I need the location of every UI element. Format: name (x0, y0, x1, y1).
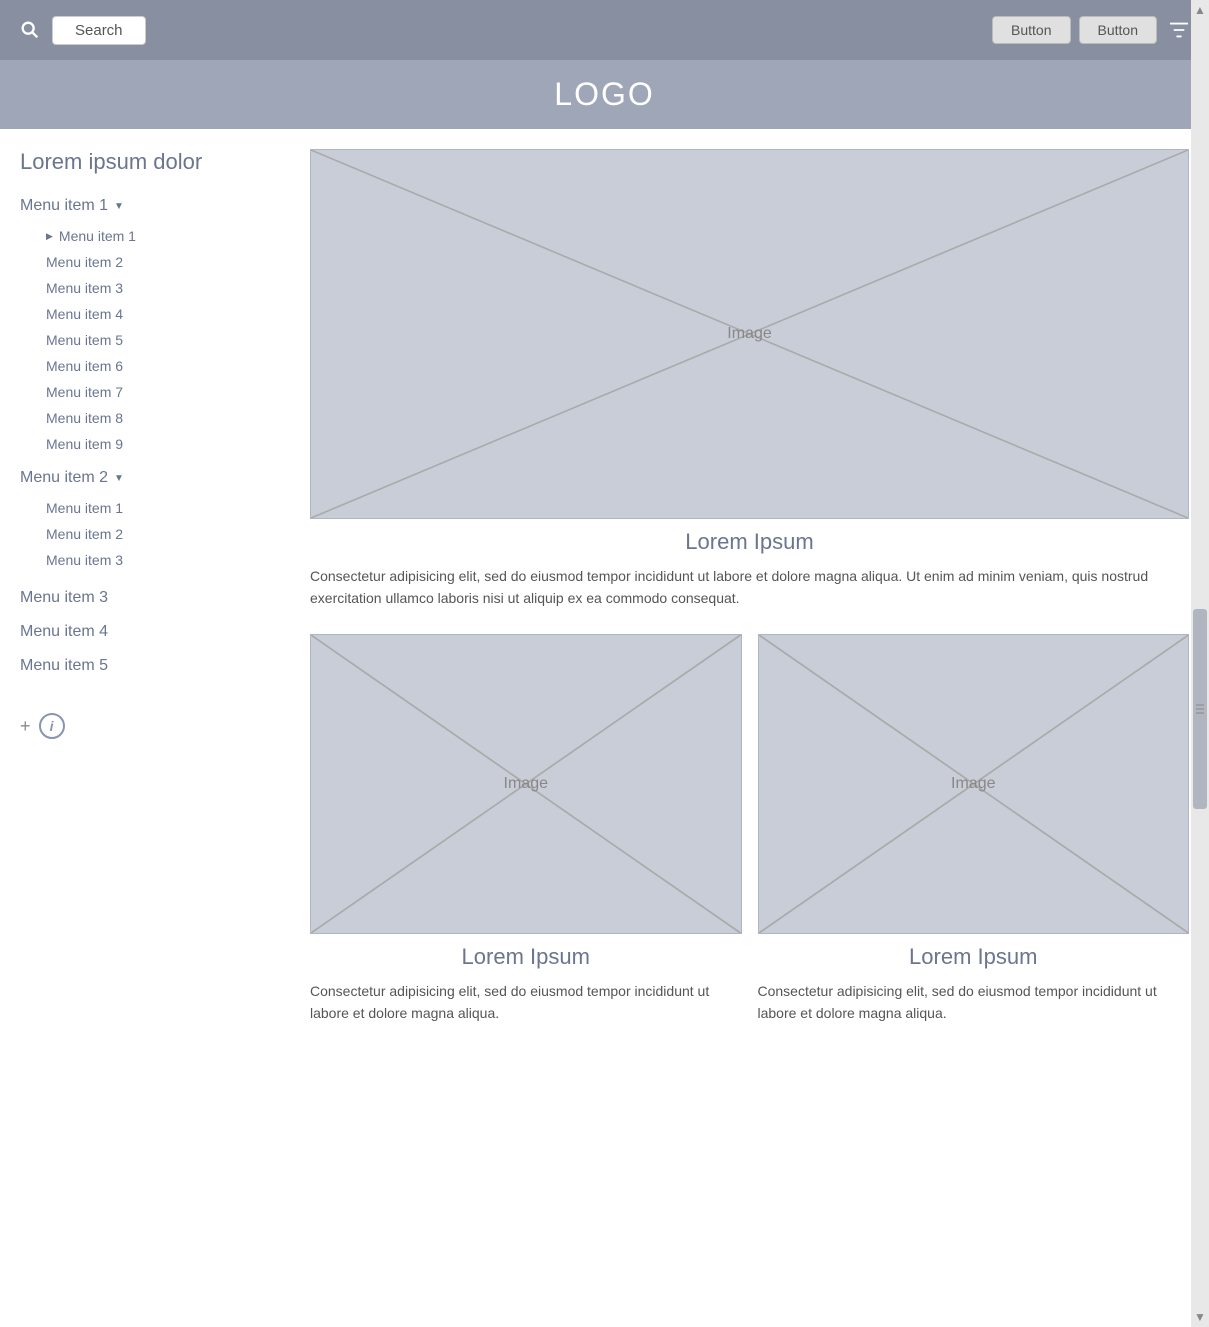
menu-2-subitem-1[interactable]: Menu item 1 (36, 495, 280, 521)
menu-2-subitem-3[interactable]: Menu item 3 (36, 547, 280, 573)
menu-2-subitem-3-label: Menu item 3 (46, 552, 123, 568)
main-content-title: Lorem Ipsum (310, 529, 1189, 555)
menu-group-2-subitems: Menu item 1 Menu item 2 Menu item 3 (20, 495, 280, 573)
sidebar-item-menu4[interactable]: Menu item 4 (20, 615, 280, 649)
menu-1-subitem-1-label: Menu item 1 (59, 228, 136, 244)
menu-2-subitem-2-label: Menu item 2 (46, 526, 123, 542)
menu-group-2-header[interactable]: Menu item 2 ▼ (20, 465, 280, 491)
nav-left: Search (16, 16, 146, 45)
menu-1-subitem-6[interactable]: Menu item 6 (36, 353, 280, 379)
sidebar-item-menu3[interactable]: Menu item 3 (20, 581, 280, 615)
menu-group-2: Menu item 2 ▼ Menu item 1 Menu item 2 Me… (20, 465, 280, 573)
menu-2-subitem-1-label: Menu item 1 (46, 500, 123, 516)
scrollbar[interactable]: ▲ ▼ (1191, 0, 1209, 1327)
main-image-placeholder: Image (310, 149, 1189, 519)
menu-group-1-header[interactable]: Menu item 1 ▼ (20, 193, 280, 219)
menu-1-subitem-3-label: Menu item 3 (46, 280, 123, 296)
menu-1-subitem-6-label: Menu item 6 (46, 358, 123, 374)
menu-1-subitem-8-label: Menu item 8 (46, 410, 123, 426)
menu-1-subitem-5-label: Menu item 5 (46, 332, 123, 348)
grip-line-1 (1196, 704, 1204, 705)
menu-1-subitem-5[interactable]: Menu item 5 (36, 327, 280, 353)
nav-button-2[interactable]: Button (1079, 16, 1157, 44)
menu-1-subitem-7-label: Menu item 7 (46, 384, 123, 400)
chevron-down-icon-2: ▼ (114, 473, 124, 484)
card-1-image: Image (310, 634, 742, 934)
nav-right: Button Button (992, 16, 1193, 44)
card-2-desc: Consectetur adipisicing elit, sed do eiu… (758, 980, 1190, 1025)
sidebar: Lorem ipsum dolor Menu item 1 ▼ ▶ Menu i… (0, 149, 300, 1069)
add-icon[interactable]: + (20, 716, 31, 737)
main-content-desc: Consectetur adipisicing elit, sed do eiu… (310, 565, 1189, 610)
card-1-image-label: Image (504, 775, 548, 793)
menu-1-subitem-9-label: Menu item 9 (46, 436, 123, 452)
menu-1-subitem-9[interactable]: Menu item 9 (36, 431, 280, 457)
scroll-thumb-grip (1196, 704, 1204, 713)
top-nav: Search Button Button (0, 0, 1209, 60)
menu-1-subitem-8[interactable]: Menu item 8 (36, 405, 280, 431)
menu-1-subitem-1[interactable]: ▶ Menu item 1 (36, 223, 280, 249)
info-icon[interactable]: i (39, 713, 65, 739)
menu-group-1-subitems: ▶ Menu item 1 Menu item 2 Menu item 3 Me… (20, 223, 280, 457)
main-layout: Lorem ipsum dolor Menu item 1 ▼ ▶ Menu i… (0, 129, 1209, 1069)
menu-1-subitem-2-label: Menu item 2 (46, 254, 123, 270)
main-image-label: Image (727, 325, 771, 343)
card-1-title: Lorem Ipsum (310, 944, 742, 970)
menu-1-subitem-4[interactable]: Menu item 4 (36, 301, 280, 327)
arrow-right-icon: ▶ (46, 231, 53, 242)
menu-1-subitem-3[interactable]: Menu item 3 (36, 275, 280, 301)
sidebar-item-menu5[interactable]: Menu item 5 (20, 649, 280, 683)
card-1-desc: Consectetur adipisicing elit, sed do eiu… (310, 980, 742, 1025)
scroll-up-arrow[interactable]: ▲ (1191, 0, 1209, 20)
scroll-thumb[interactable] (1193, 609, 1207, 809)
card-2-image: Image (758, 634, 1190, 934)
content-area: Image Lorem Ipsum Consectetur adipisicin… (300, 149, 1209, 1069)
menu-group-1: Menu item 1 ▼ ▶ Menu item 1 Menu item 2 … (20, 193, 280, 457)
filter-icon[interactable] (1165, 16, 1193, 44)
menu-1-subitem-7[interactable]: Menu item 7 (36, 379, 280, 405)
search-button[interactable]: Search (52, 16, 146, 45)
grip-line-3 (1196, 712, 1204, 713)
sidebar-footer: + i (20, 713, 280, 759)
card-2: Image Lorem Ipsum Consectetur adipisicin… (758, 634, 1190, 1049)
logo-banner: LOGO (0, 60, 1209, 129)
menu-1-subitem-2[interactable]: Menu item 2 (36, 249, 280, 275)
scroll-down-arrow[interactable]: ▼ (1191, 1307, 1209, 1327)
menu-group-2-label: Menu item 2 (20, 469, 108, 487)
chevron-down-icon: ▼ (114, 201, 124, 212)
menu-2-subitem-2[interactable]: Menu item 2 (36, 521, 280, 547)
card-2-image-label: Image (951, 775, 995, 793)
menu-1-subitem-4-label: Menu item 4 (46, 306, 123, 322)
search-icon (16, 16, 44, 44)
sidebar-title: Lorem ipsum dolor (20, 149, 280, 175)
two-col-section: Image Lorem Ipsum Consectetur adipisicin… (310, 634, 1189, 1049)
card-2-title: Lorem Ipsum (758, 944, 1190, 970)
nav-button-1[interactable]: Button (992, 16, 1070, 44)
card-1: Image Lorem Ipsum Consectetur adipisicin… (310, 634, 742, 1049)
menu-group-1-label: Menu item 1 (20, 197, 108, 215)
logo-text: LOGO (554, 76, 654, 112)
grip-line-2 (1196, 708, 1204, 709)
